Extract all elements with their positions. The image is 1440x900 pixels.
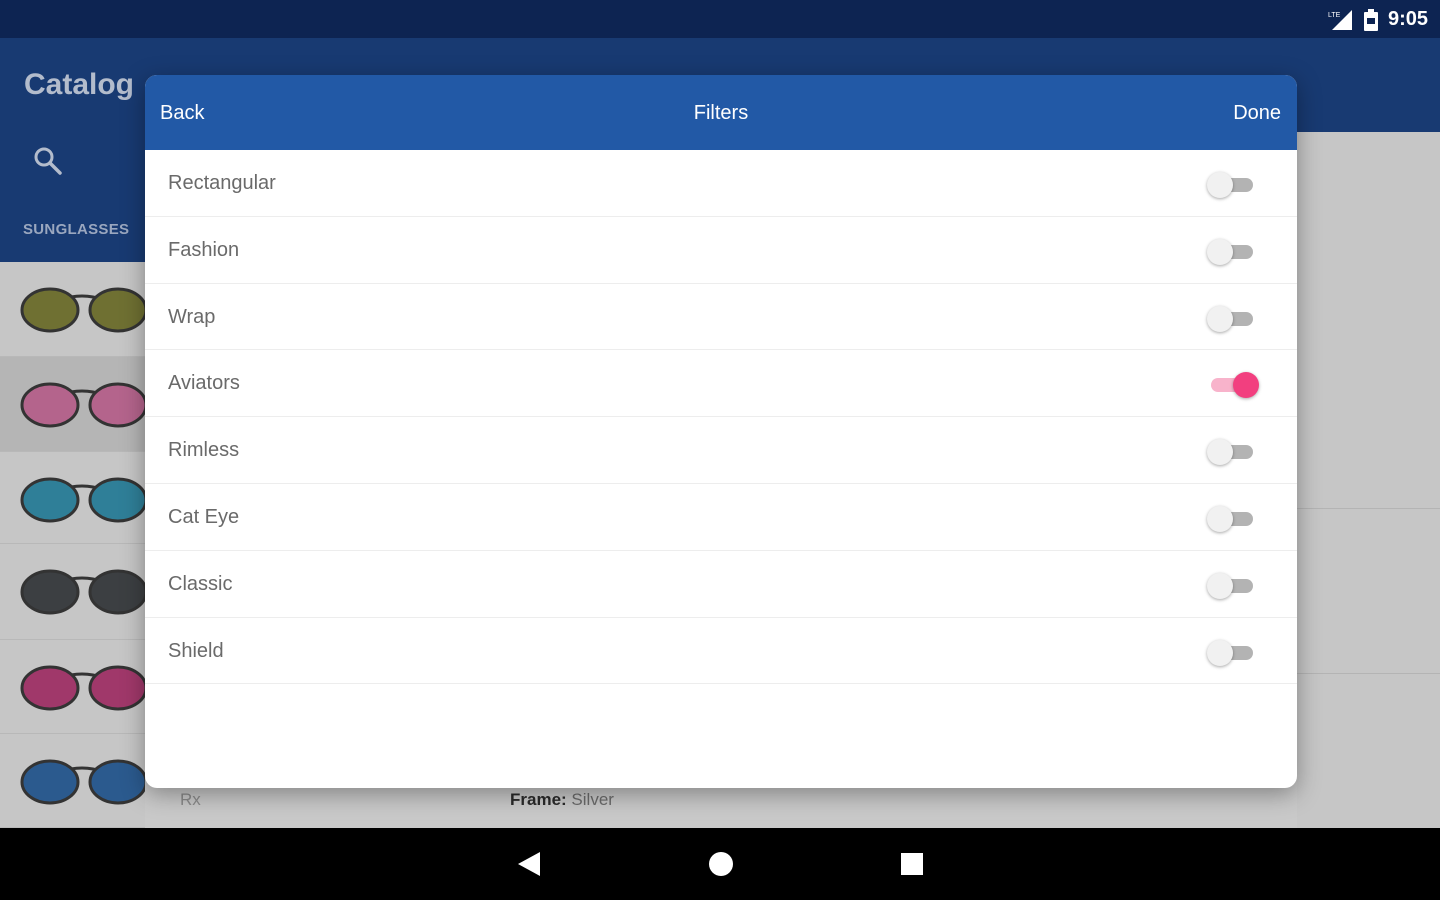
done-button[interactable]: Done xyxy=(1233,102,1281,125)
sunglasses-thumbnail xyxy=(20,569,145,615)
toggle-thumb xyxy=(1233,372,1259,399)
filter-row[interactable]: Shield xyxy=(145,618,1297,685)
filter-label: Rimless xyxy=(168,439,240,462)
divider xyxy=(1297,673,1440,674)
toggle-thumb xyxy=(1207,572,1233,599)
filter-label: Cat Eye xyxy=(168,505,240,528)
back-icon[interactable] xyxy=(516,850,542,878)
product-row[interactable] xyxy=(0,640,145,734)
product-row[interactable] xyxy=(0,452,145,544)
sunglasses-thumbnail xyxy=(20,759,145,805)
toggle-thumb xyxy=(1207,639,1233,666)
filter-row[interactable]: Rimless xyxy=(145,417,1297,484)
filter-row[interactable]: Wrap xyxy=(145,284,1297,351)
sunglasses-thumbnail xyxy=(20,477,145,523)
home-icon[interactable] xyxy=(707,850,735,878)
filter-row[interactable]: Aviators xyxy=(145,350,1297,418)
filter-toggle[interactable] xyxy=(1205,170,1257,198)
filter-toggle[interactable] xyxy=(1205,504,1257,532)
filter-label: Wrap xyxy=(168,305,216,328)
product-row[interactable] xyxy=(0,544,145,640)
sunglasses-thumbnail xyxy=(20,665,145,711)
filters-dialog: Back Filters Done Rectangular Fashion Wrap… xyxy=(145,75,1297,788)
sunglasses-thumbnail xyxy=(20,287,145,333)
sunglasses-thumbnail xyxy=(20,382,145,428)
status-icons: LTE 9:05 xyxy=(1328,8,1428,31)
filter-label: Classic xyxy=(168,572,233,595)
toggle-thumb xyxy=(1207,305,1233,332)
frame-label: Frame: xyxy=(510,790,567,809)
filter-list: Rectangular Fashion Wrap Aviators Rimless Cat… xyxy=(145,150,1297,685)
nav-bar xyxy=(0,828,1440,900)
filter-toggle[interactable] xyxy=(1205,370,1259,399)
product-row[interactable] xyxy=(0,734,145,828)
filter-row[interactable]: Cat Eye xyxy=(145,484,1297,551)
filter-label: Aviators xyxy=(168,372,240,395)
signal-icon: LTE xyxy=(1328,9,1352,30)
filter-toggle[interactable] xyxy=(1205,237,1257,265)
toggle-thumb xyxy=(1207,172,1233,198)
recents-icon[interactable] xyxy=(899,850,925,878)
svg-text:LTE: LTE xyxy=(1328,12,1341,19)
divider xyxy=(1297,508,1440,509)
product-row[interactable] xyxy=(0,357,145,452)
dialog-title: Filters xyxy=(693,102,749,124)
status-time: 9:05 xyxy=(1387,8,1428,30)
filter-toggle[interactable] xyxy=(1205,638,1257,666)
product-list xyxy=(0,262,145,828)
filter-toggle[interactable] xyxy=(1205,304,1257,332)
category-tab[interactable]: SUNGLASSES xyxy=(23,221,129,238)
battery-icon xyxy=(1363,8,1378,31)
filter-toggle[interactable] xyxy=(1205,437,1257,466)
search-icon[interactable] xyxy=(33,146,63,181)
dialog-header: Back Filters Done xyxy=(145,75,1297,150)
toggle-thumb xyxy=(1207,238,1233,265)
filter-label: Shield xyxy=(168,639,224,662)
filter-label: Rectangular xyxy=(168,172,276,194)
toggle-thumb xyxy=(1207,439,1233,466)
frame-info: Frame: Silver xyxy=(510,790,614,810)
app-title: Catalog xyxy=(24,68,135,101)
toggle-thumb xyxy=(1207,505,1233,532)
product-row[interactable] xyxy=(0,262,145,357)
filter-toggle[interactable] xyxy=(1205,571,1257,599)
filter-label: Fashion xyxy=(168,238,240,261)
filter-row[interactable]: Classic xyxy=(145,551,1297,618)
status-bar: LTE 9:05 xyxy=(0,0,1440,38)
filter-row[interactable]: Fashion xyxy=(145,217,1297,284)
rx-label: Rx xyxy=(180,790,201,809)
content-area xyxy=(1297,132,1440,828)
frame-value: Silver xyxy=(571,790,614,809)
filter-row[interactable]: Rectangular xyxy=(145,150,1297,217)
